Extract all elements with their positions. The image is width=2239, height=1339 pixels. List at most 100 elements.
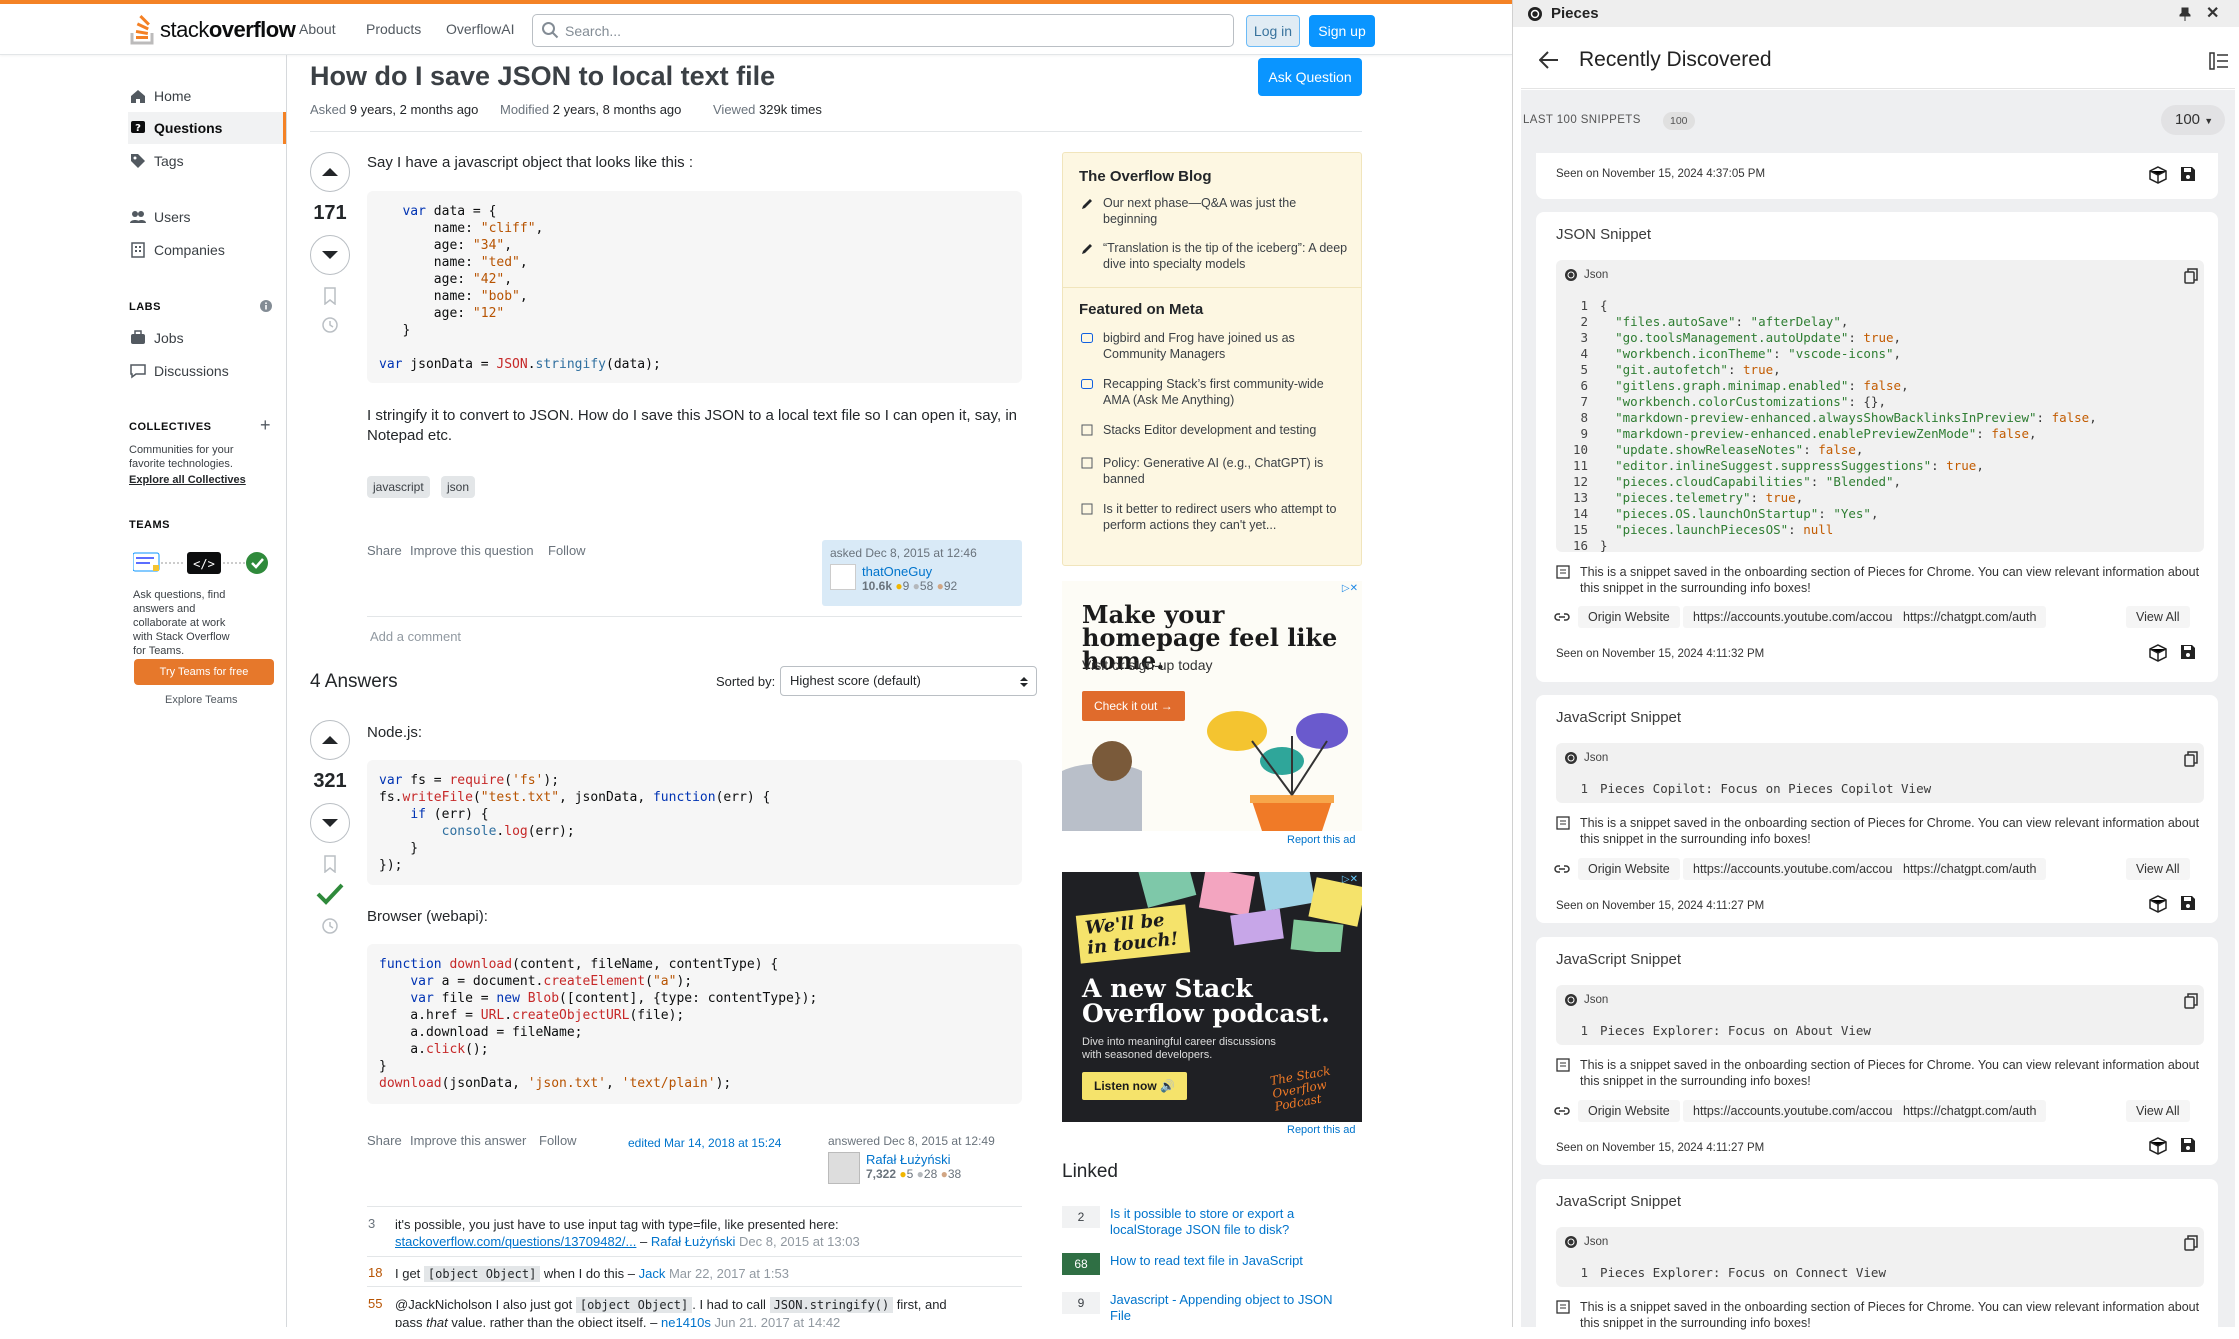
language-label: Json bbox=[1584, 994, 1609, 1006]
user-name[interactable]: thatOneGuy bbox=[862, 564, 957, 579]
copy-icon[interactable] bbox=[2184, 993, 2198, 1009]
save-icon[interactable] bbox=[2180, 644, 2196, 660]
save-icon[interactable] bbox=[2180, 166, 2196, 182]
cube-icon[interactable] bbox=[2149, 644, 2167, 662]
upvote-button[interactable] bbox=[310, 720, 350, 760]
copy-icon[interactable] bbox=[2184, 268, 2198, 284]
sidebar-item-discussions[interactable]: Discussions bbox=[128, 355, 286, 387]
linked-item[interactable]: 2 Is it possible to store or export a loc… bbox=[1062, 1206, 1362, 1238]
link-icon bbox=[1554, 865, 1570, 873]
origin-chip[interactable]: Origin Website bbox=[1578, 1100, 1680, 1122]
ask-question-button[interactable]: Ask Question bbox=[1258, 58, 1362, 96]
history-icon[interactable] bbox=[321, 917, 339, 935]
sidebar-item-users[interactable]: Users bbox=[128, 201, 286, 233]
upvote-button[interactable] bbox=[310, 152, 350, 192]
linked-item[interactable]: 68 How to read text file in JavaScript bbox=[1062, 1253, 1362, 1275]
sidebar-item-companies[interactable]: Companies bbox=[128, 234, 286, 266]
save-icon[interactable] bbox=[2180, 895, 2196, 911]
login-button[interactable]: Log in bbox=[1246, 15, 1300, 47]
question-title[interactable]: How do I save JSON to local text file bbox=[310, 61, 775, 92]
tag-json[interactable]: json bbox=[441, 476, 476, 498]
blog-item[interactable]: Our next phase—Q&A was just the beginnin… bbox=[1103, 195, 1349, 227]
view-all-button[interactable]: View All bbox=[2126, 1100, 2190, 1122]
origin-chip[interactable]: Origin Website bbox=[1578, 858, 1680, 880]
divider bbox=[367, 1286, 1022, 1287]
sidebar-item-tags[interactable]: Tags bbox=[128, 145, 286, 177]
url-chip[interactable]: https://chatgpt.com/auth bbox=[1893, 1100, 2047, 1122]
code-box: Json 1{2 "files.autoSave": "afterDelay",… bbox=[1556, 260, 2204, 553]
downvote-button[interactable] bbox=[310, 803, 350, 843]
avatar[interactable] bbox=[828, 1152, 860, 1184]
share-link[interactable]: Share bbox=[367, 1133, 402, 1148]
edited-link[interactable]: edited Mar 14, 2018 at 15:24 bbox=[628, 1136, 781, 1150]
downvote-button[interactable] bbox=[310, 235, 350, 275]
add-comment-link[interactable]: Add a comment bbox=[370, 629, 461, 644]
history-icon[interactable] bbox=[321, 316, 339, 334]
snippet-card: JSON Snippet Json 1{2 "files.autoSave": … bbox=[1536, 212, 2218, 682]
ad-choices-icon[interactable]: ▷✕ bbox=[1342, 583, 1358, 594]
nav-products[interactable]: Products bbox=[366, 21, 421, 37]
url-chip[interactable]: https://chatgpt.com/auth bbox=[1893, 606, 2047, 628]
improve-answer-link[interactable]: Improve this answer bbox=[410, 1133, 526, 1148]
list-view-icon[interactable] bbox=[2209, 52, 2229, 70]
nav-overflowai[interactable]: OverflowAI bbox=[446, 21, 514, 37]
follow-link[interactable]: Follow bbox=[539, 1133, 577, 1148]
share-link[interactable]: Share bbox=[367, 543, 402, 558]
code-line: 10 "update.showReleaseNotes": false, bbox=[1572, 442, 1864, 457]
comment-link[interactable]: stackoverflow.com/questions/13709482/... bbox=[395, 1234, 636, 1249]
nav-about[interactable]: About bbox=[299, 21, 336, 37]
blog-item[interactable]: “Translation is the tip of the iceberg”:… bbox=[1103, 240, 1349, 272]
meta-item[interactable]: Policy: Generative AI (e.g., ChatGPT) is… bbox=[1103, 455, 1349, 487]
cube-icon[interactable] bbox=[2149, 895, 2167, 913]
try-teams-button[interactable]: Try Teams for free bbox=[134, 659, 274, 685]
pin-icon[interactable] bbox=[2179, 7, 2191, 21]
stackoverflow-page: stackoverflow About Products OverflowAI … bbox=[0, 0, 1512, 1327]
user-name[interactable]: Rafał Łużyński bbox=[866, 1152, 961, 1167]
view-all-button[interactable]: View All bbox=[2126, 858, 2190, 880]
copy-icon[interactable] bbox=[2184, 1235, 2198, 1251]
close-icon[interactable]: ✕ bbox=[2206, 3, 2219, 23]
linked-item[interactable]: 9 Javascript - Appending object to JSON F… bbox=[1062, 1292, 1362, 1324]
cube-icon[interactable] bbox=[2149, 1137, 2167, 1155]
copy-icon[interactable] bbox=[2184, 751, 2198, 767]
avatar[interactable] bbox=[830, 564, 856, 590]
pencil-icon bbox=[1082, 199, 1092, 209]
bookmark-icon[interactable] bbox=[323, 287, 337, 306]
bookmark-icon[interactable] bbox=[323, 855, 337, 874]
meta-item[interactable]: Stacks Editor development and testing bbox=[1103, 422, 1349, 438]
meta-item[interactable]: bigbird and Frog have joined us as Commu… bbox=[1103, 330, 1349, 362]
cube-icon[interactable] bbox=[2149, 166, 2167, 184]
meta-item[interactable]: Recapping Stack’s first community-wide A… bbox=[1103, 376, 1349, 408]
info-icon[interactable] bbox=[260, 300, 272, 312]
briefcase-icon bbox=[131, 330, 145, 344]
back-arrow-icon[interactable] bbox=[1539, 51, 1559, 69]
explore-collectives-link[interactable]: Explore all Collectives bbox=[129, 473, 246, 487]
question-intro: Say I have a javascript object that look… bbox=[367, 154, 693, 171]
sidebar-item-home[interactable]: Home bbox=[128, 80, 286, 112]
explore-teams-link[interactable]: Explore Teams bbox=[165, 693, 238, 707]
report-ad-link[interactable]: Report this ad bbox=[1287, 834, 1355, 846]
sidebar-item-jobs[interactable]: Jobs bbox=[128, 322, 286, 354]
limit-select[interactable]: 100 ▼ bbox=[2161, 105, 2225, 135]
view-all-button[interactable]: View All bbox=[2126, 606, 2190, 628]
teams-illustration: </> bbox=[132, 551, 273, 577]
search-input[interactable]: Search... bbox=[532, 14, 1234, 47]
tag-javascript[interactable]: javascript bbox=[367, 476, 430, 498]
add-collective-icon[interactable]: + bbox=[260, 415, 271, 436]
sort-select[interactable]: Highest score (default) bbox=[780, 666, 1037, 696]
url-chip[interactable]: https://chatgpt.com/auth bbox=[1893, 858, 2047, 880]
sidebar-item-questions[interactable]: ? Questions bbox=[128, 112, 286, 144]
follow-link[interactable]: Follow bbox=[548, 543, 586, 558]
improve-question-link[interactable]: Improve this question bbox=[410, 543, 534, 558]
ad-listen-button[interactable]: Listen now 🔊 bbox=[1082, 1072, 1187, 1100]
code-box: Json 1 Pieces Explorer: Focus on Connect … bbox=[1556, 1227, 2204, 1287]
seen-date: Seen on November 15, 2024 4:11:27 PM bbox=[1556, 900, 1765, 912]
ad-homepage[interactable]: ▷✕ Make your homepage feel like home. Vi… bbox=[1062, 581, 1362, 831]
save-icon[interactable] bbox=[2180, 1137, 2196, 1153]
ad-podcast[interactable]: ▷✕ We'll be in touch! A new Stack Overfl… bbox=[1062, 872, 1362, 1122]
meta-item[interactable]: Is it better to redirect users who attem… bbox=[1103, 501, 1349, 533]
origin-chip[interactable]: Origin Website bbox=[1578, 606, 1680, 628]
report-ad-link[interactable]: Report this ad bbox=[1287, 1124, 1355, 1136]
signup-button[interactable]: Sign up bbox=[1309, 15, 1375, 47]
stackoverflow-logo[interactable]: stackoverflow bbox=[130, 12, 296, 48]
